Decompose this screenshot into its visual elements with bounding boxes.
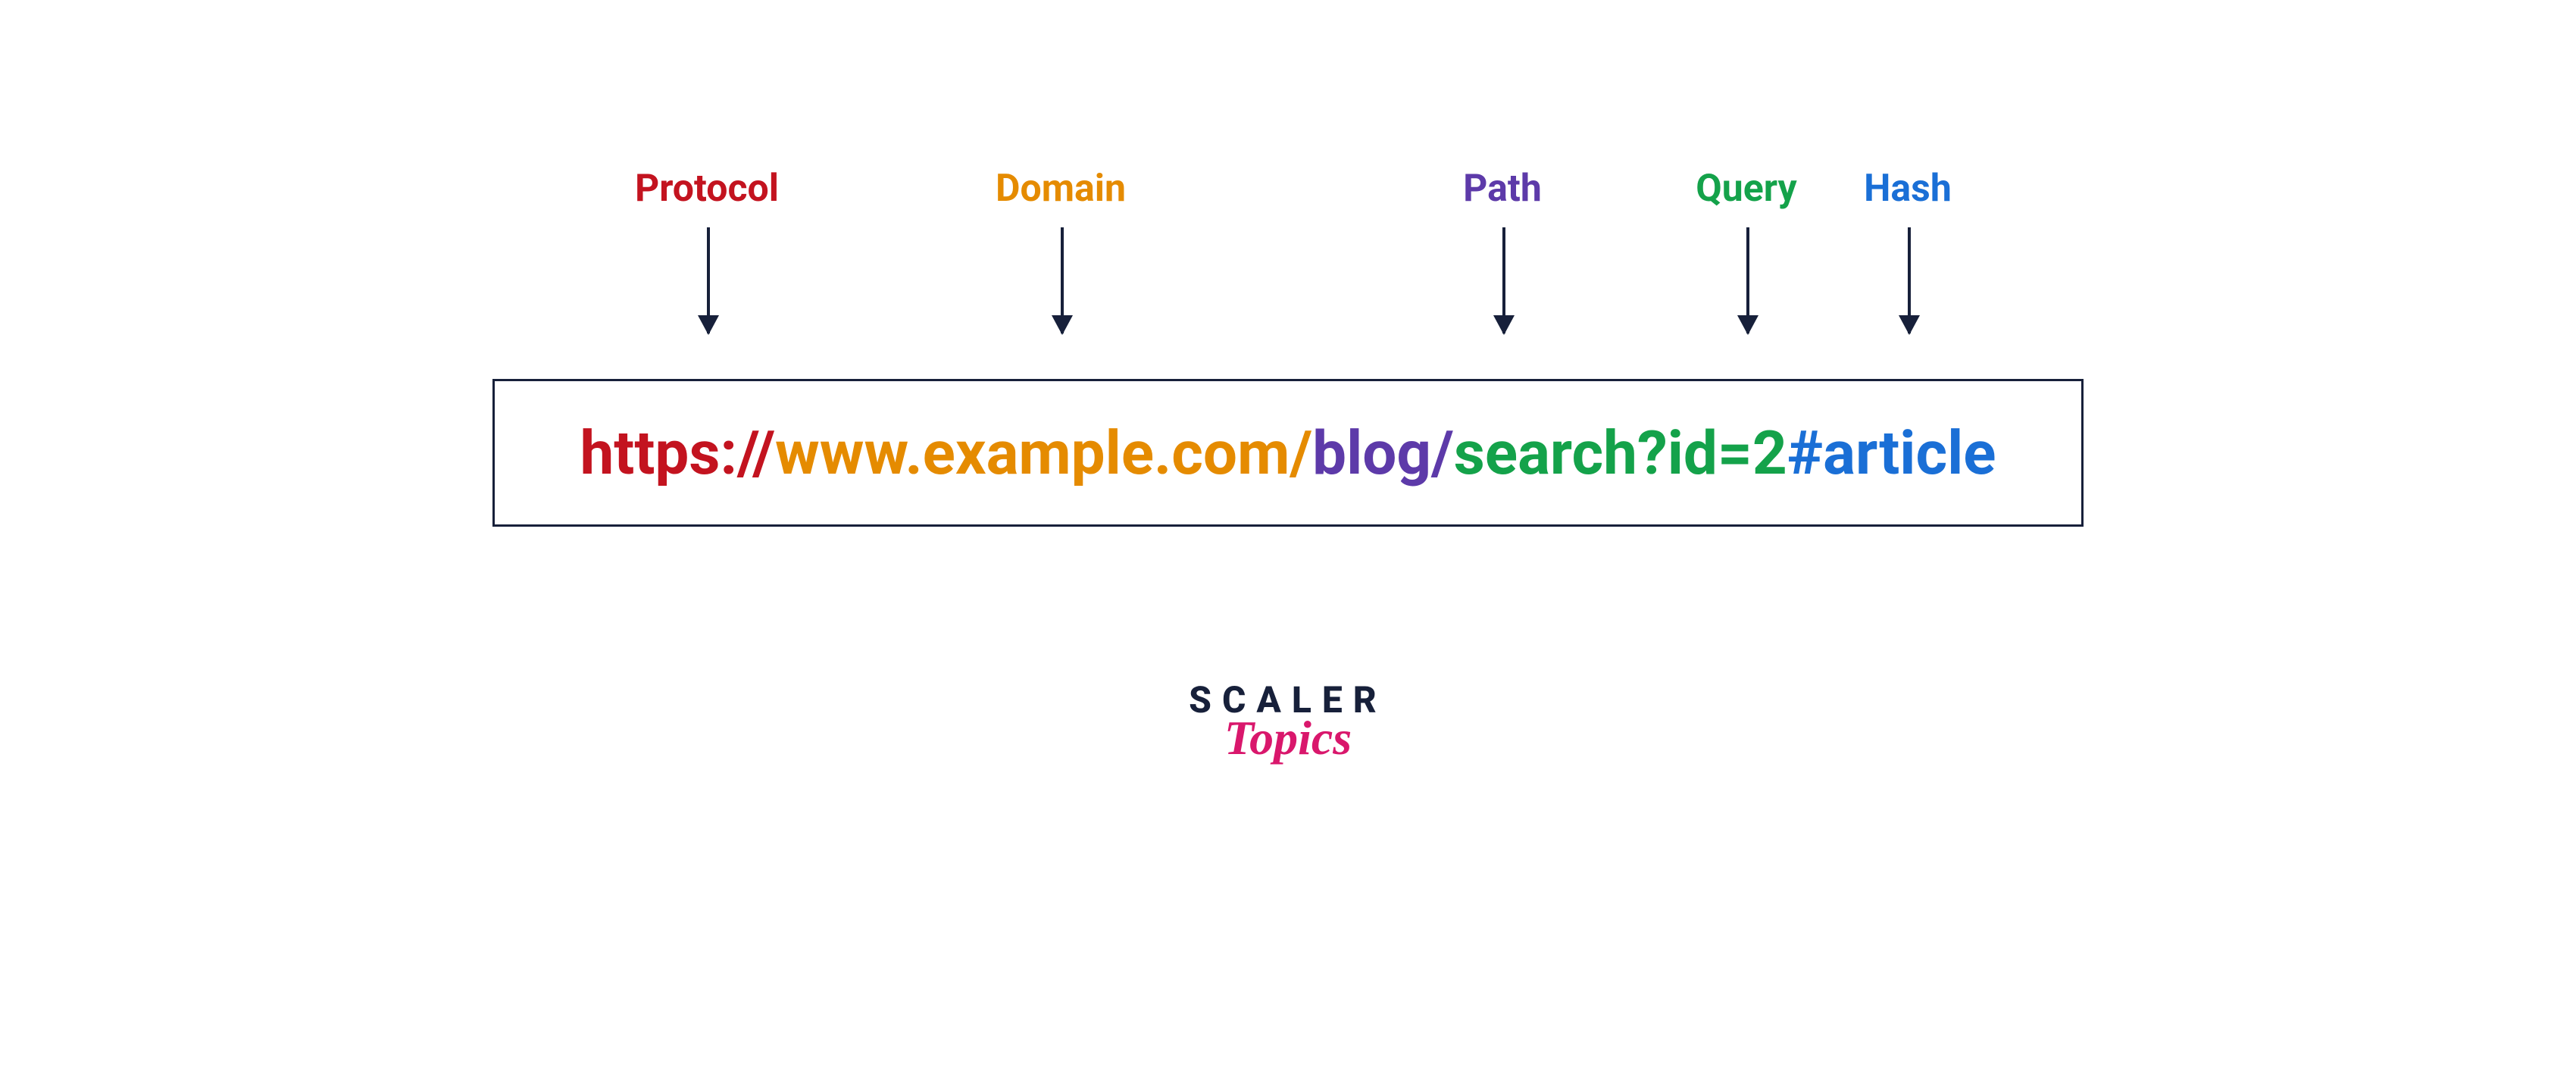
url-part-query: search?id=2 [1454,418,1787,489]
url-part-protocol: https:// [580,418,775,489]
url-box: https://www.example.com/blog/search?id=2… [492,379,2084,527]
arrow-query [1746,227,1749,333]
label-path: Path [1463,167,1542,211]
url-part-domain: www.example.com [775,418,1290,489]
brand-logo: SCALER Topics [1189,682,1387,762]
arrow-protocol [707,227,710,333]
url-sep-2: / [1431,418,1454,489]
label-protocol: Protocol [635,167,779,211]
label-query: Query [1696,167,1796,211]
url-sep-1: / [1290,418,1312,489]
label-domain: Domain [996,167,1126,211]
component-labels-row: Protocol Domain Path Query Hash [530,167,2046,235]
label-hash: Hash [1864,167,1952,211]
url-part-path: blog [1312,418,1431,489]
arrow-domain [1061,227,1064,333]
url-anatomy-diagram: Protocol Domain Path Query Hash https://… [530,0,2046,1089]
url-part-hash: #article [1787,418,1996,489]
arrow-hash [1908,227,1911,333]
arrow-path [1502,227,1505,333]
